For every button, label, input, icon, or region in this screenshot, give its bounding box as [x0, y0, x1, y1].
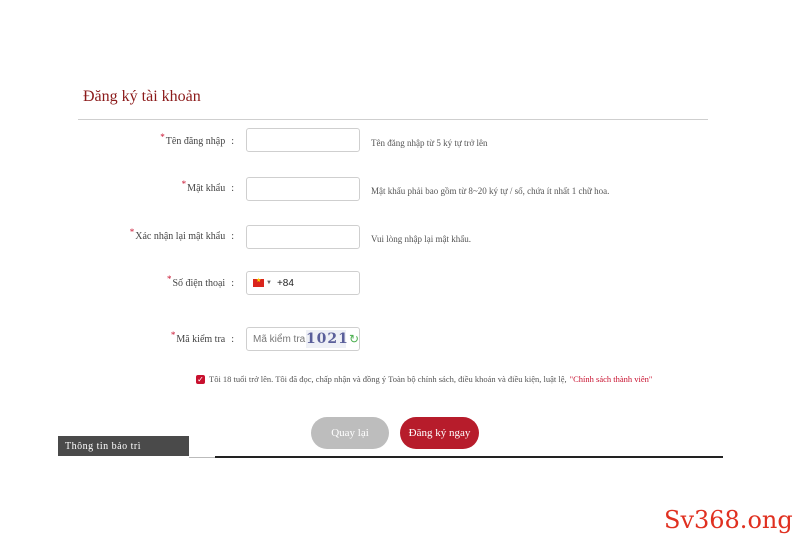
required-marker: *	[181, 179, 187, 189]
captcha-field[interactable]: Mã kiểm tra 1021 ↻	[246, 327, 360, 351]
vietnam-flag-icon[interactable]	[253, 277, 264, 287]
required-marker: *	[166, 274, 172, 284]
dial-code: +84	[276, 277, 294, 289]
member-policy-link[interactable]: "Chính sách thành viên"	[570, 374, 653, 384]
agreement-checkbox[interactable]: ✓	[196, 374, 205, 384]
required-marker: *	[129, 227, 135, 237]
maintenance-info-tab[interactable]: Thông tin bảo trì	[58, 436, 189, 456]
phone-label: *Số điện thoại:	[166, 274, 234, 289]
register-button[interactable]: Đăng ký ngay	[400, 417, 479, 449]
refresh-icon[interactable]: ↻	[349, 332, 359, 346]
title-divider	[78, 119, 708, 120]
confirm-password-input[interactable]	[246, 225, 360, 249]
captcha-input[interactable]: Mã kiểm tra	[253, 334, 306, 345]
captcha-image: 1021	[305, 330, 349, 348]
username-hint: Tên đăng nhập từ 5 ký tự trở lên	[371, 138, 488, 148]
required-marker: *	[160, 132, 165, 142]
password-label: *Mật khẩu:	[181, 179, 234, 194]
username-label: *Tên đăng nhập:	[160, 132, 234, 147]
watermark: Sv368.ong	[664, 506, 793, 534]
required-marker: *	[170, 330, 176, 340]
phone-field[interactable]: ▼ +84	[246, 271, 360, 295]
password-input[interactable]	[246, 177, 360, 201]
back-button[interactable]: Quay lại	[311, 417, 389, 449]
chevron-down-icon[interactable]: ▼	[266, 280, 272, 286]
confirm-password-label: *Xác nhận lại mật khẩu:	[129, 227, 234, 242]
page-title: Đăng ký tài khoản	[83, 88, 201, 105]
footer-divider	[215, 456, 723, 458]
password-hint: Mật khẩu phải bao gồm từ 8~20 ký tự / số…	[371, 186, 610, 196]
confirm-password-hint: Vui lòng nhập lại mật khẩu.	[371, 234, 471, 244]
captcha-label: *Mã kiểm tra:	[170, 330, 234, 345]
agreement-row: ✓ Tôi 18 tuổi trở lên. Tôi đã đọc, chấp …	[196, 374, 652, 384]
username-input[interactable]	[246, 128, 360, 152]
agreement-text: Tôi 18 tuổi trở lên. Tôi đã đọc, chấp nh…	[209, 374, 567, 384]
footer-divider-light	[189, 457, 215, 458]
